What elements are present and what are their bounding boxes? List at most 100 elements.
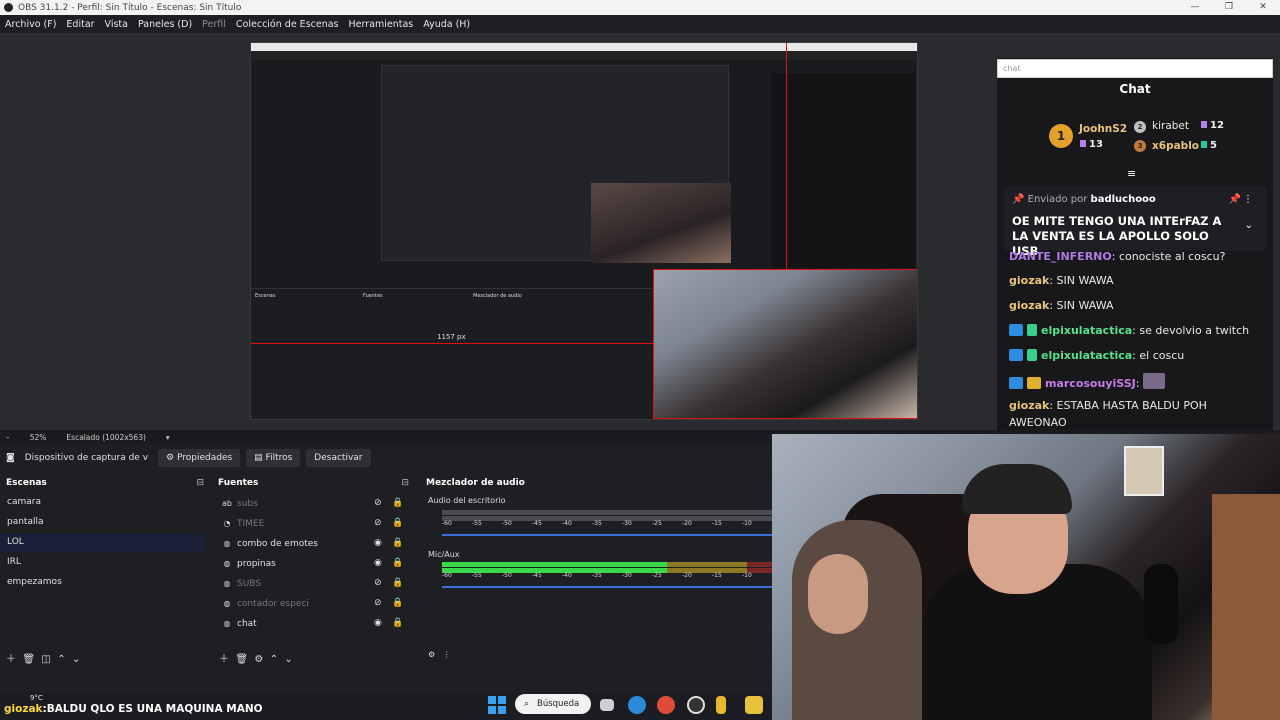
source-item[interactable]: ◍ propinas ◉ 🔒 [218, 554, 408, 573]
eye-hidden-icon[interactable]: ⊘ [374, 594, 382, 613]
volume-slider-desktop[interactable] [442, 534, 772, 536]
lock-icon[interactable]: 🔒 [392, 514, 403, 533]
leader-name-2: kirabet [1152, 120, 1189, 132]
nested-sources-label: Fuentes [363, 293, 383, 299]
scene-item-selected[interactable]: LOL [0, 533, 205, 552]
search-icon: ⌕ [524, 699, 530, 709]
nested-menubar [251, 51, 917, 60]
chrome-icon[interactable] [657, 696, 675, 714]
eye-hidden-icon[interactable]: ⊘ [374, 494, 382, 513]
chat-message: DANTE_INFERNO: conociste al coscu? [1009, 250, 1226, 263]
more-options-icon[interactable]: ⋮ [1243, 194, 1253, 205]
menu-ayuda[interactable]: Ayuda (H) [423, 19, 470, 30]
dock-menu-icon[interactable]: ⊟ [196, 478, 204, 488]
scene-item[interactable]: camara [0, 493, 205, 512]
leader-count-2: 12 [1201, 120, 1224, 131]
pinned-message[interactable]: 📌 Enviado por badluchooo 📌 ⋮ OE MITE TEN… [1004, 186, 1267, 258]
source-item[interactable]: ◍ chat ◉ 🔒 [218, 614, 408, 633]
up-icon[interactable]: ⌃ [57, 654, 65, 665]
channel-name: Mic/Aux [428, 550, 460, 559]
source-item[interactable]: ◔ TIMEE ⊘ 🔒 [218, 514, 408, 533]
menu-paneles[interactable]: Paneles (D) [138, 19, 192, 30]
down-icon[interactable]: ⌄ [72, 654, 80, 665]
eye-icon[interactable]: ◉ [374, 614, 382, 633]
chevron-down-icon[interactable]: ⌄ [1245, 220, 1253, 231]
nested-docks: Escenas Fuentes Mezclador de audio 1157 … [251, 288, 653, 419]
volume-meter-mic [442, 568, 772, 573]
menu-coleccion[interactable]: Colección de Escenas [236, 19, 339, 30]
scene-item[interactable]: IRL [0, 553, 205, 572]
deactivate-button[interactable]: Desactivar [306, 449, 371, 467]
poster [1124, 446, 1164, 496]
webcam-feed [772, 434, 1280, 720]
obs-icon[interactable] [687, 696, 705, 714]
volume-meter-desktop [442, 516, 772, 521]
gem-icon [1080, 140, 1086, 147]
lock-icon[interactable]: 🔒 [392, 574, 403, 593]
meter-tick-label: -45 [532, 520, 542, 527]
cap [962, 464, 1072, 514]
meter-tick-label: -15 [712, 572, 722, 579]
source-item[interactable]: ab subs ⊘ 🔒 [218, 494, 408, 513]
add-icon[interactable]: ＋ [219, 654, 229, 665]
nested-scenes-label: Escenas [255, 293, 276, 299]
scale-label[interactable]: Escalado (1002x563) [66, 433, 145, 442]
filter-icon[interactable]: ◫ [41, 654, 50, 665]
task-view-icon[interactable] [600, 699, 614, 711]
filters-button[interactable]: ▤ Filtros [246, 449, 301, 467]
properties-button[interactable]: ⚙ Propiedades [158, 449, 241, 467]
add-icon[interactable]: ＋ [6, 654, 16, 665]
lock-icon[interactable]: 🔒 [392, 594, 403, 613]
menu-icon[interactable]: – [6, 433, 10, 442]
eye-hidden-icon[interactable]: ⊘ [374, 574, 382, 593]
zoom-level[interactable]: 52% [30, 433, 47, 442]
meter-tick-label: -35 [592, 520, 602, 527]
menu-vista[interactable]: Vista [105, 19, 128, 30]
meter-tick-label: -60 [442, 572, 452, 579]
gear-icon[interactable]: ⚙ [254, 654, 263, 665]
minimize-icon[interactable]: — [1178, 0, 1212, 15]
down-icon[interactable]: ⌄ [285, 654, 293, 665]
app-icon[interactable] [716, 696, 726, 714]
up-icon[interactable]: ⌃ [270, 654, 278, 665]
lock-icon[interactable]: 🔒 [392, 494, 403, 513]
chevron-down-icon[interactable]: ▾ [166, 433, 170, 442]
scene-item[interactable]: empezamos [0, 573, 205, 592]
source-item[interactable]: ◍ combo de emotes ◉ 🔒 [218, 534, 408, 553]
lock-icon[interactable]: 🔒 [392, 534, 403, 553]
eye-icon[interactable]: ◉ [374, 554, 382, 573]
source-item[interactable]: ◍ contador especi ⊘ 🔒 [218, 594, 408, 613]
sources-title: Fuentes [218, 478, 259, 488]
mixer-settings-icon[interactable]: ⚙ ⋮ [428, 650, 451, 659]
delete-icon[interactable]: 🗑 [235, 654, 248, 665]
delete-icon[interactable]: 🗑 [22, 654, 35, 665]
menu-herramientas[interactable]: Herramientas [349, 19, 414, 30]
menu-editar[interactable]: Editar [66, 19, 94, 30]
meter-tick-label: -10 [742, 572, 752, 579]
meter-tick-label: -55 [472, 520, 482, 527]
menu-perfil[interactable]: Perfil [202, 19, 226, 30]
source-item[interactable]: ◍ SUBS ⊘ 🔒 [218, 574, 408, 593]
lock-icon[interactable]: 🔒 [392, 554, 403, 573]
scene-item[interactable]: pantalla [0, 513, 205, 532]
eye-icon[interactable]: ◉ [374, 534, 382, 553]
menu-archivo[interactable]: Archivo (F) [5, 19, 56, 30]
browser-icon: ◍ [223, 599, 231, 608]
lock-icon[interactable]: 🔒 [392, 614, 403, 633]
maximize-icon[interactable]: ❐ [1212, 0, 1246, 15]
taskbar-search[interactable]: ⌕ Búsqueda [515, 694, 591, 714]
expand-leaderboard-icon[interactable]: ≡ [1127, 167, 1136, 180]
chat-url-input[interactable]: chat [997, 59, 1273, 78]
dock-menu-icon[interactable]: ⊟ [401, 478, 409, 488]
pin-icon[interactable]: 📌 [1229, 194, 1241, 205]
volume-slider-mic[interactable] [442, 586, 772, 588]
person-left-face [808, 554, 868, 634]
edge-icon[interactable] [628, 696, 646, 714]
eye-hidden-icon[interactable]: ⊘ [374, 514, 382, 533]
close-icon[interactable]: ✕ [1246, 0, 1280, 15]
text-icon: ab [222, 499, 232, 508]
file-explorer-icon[interactable] [745, 696, 763, 714]
weather-widget[interactable]: 9°C [30, 694, 43, 702]
badge-icon [1009, 377, 1023, 389]
windows-start-icon[interactable] [488, 696, 506, 714]
